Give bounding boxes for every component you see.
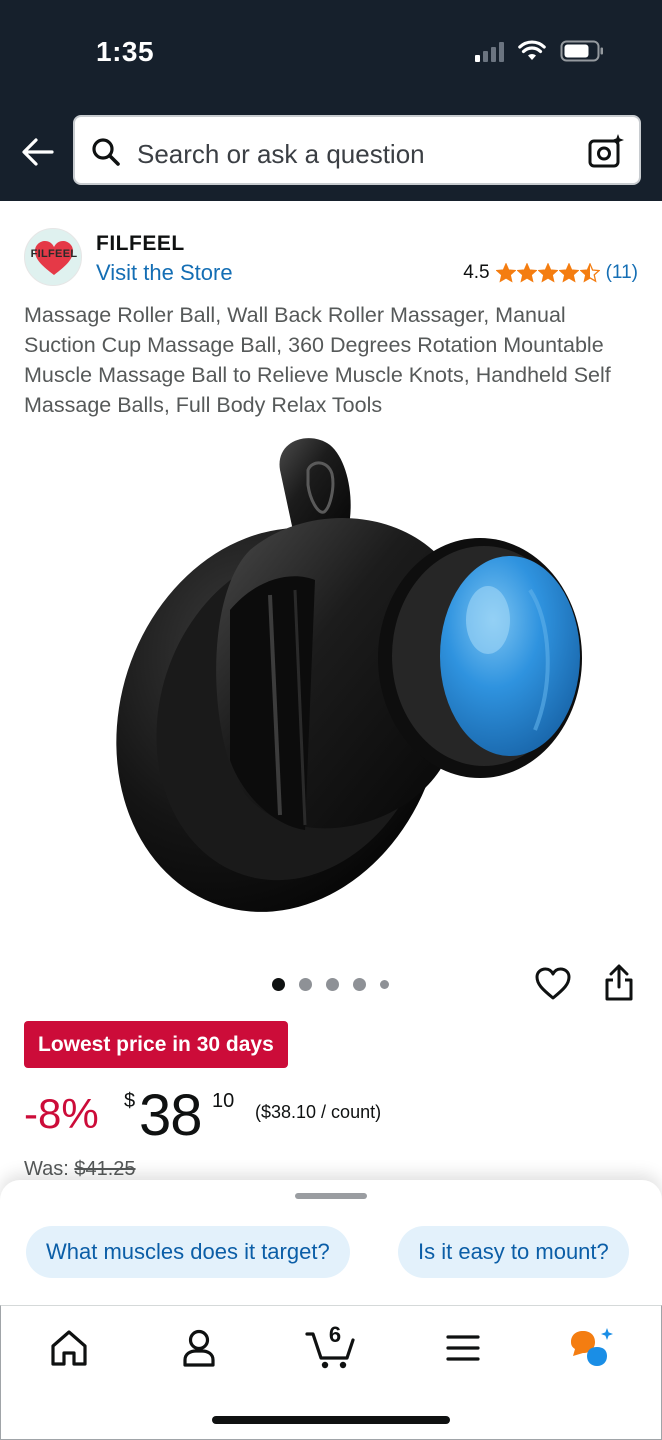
brand-name: FILFEEL [96,232,185,255]
cellular-signal-icon [475,40,504,62]
was-value: $41.25 [74,1158,136,1180]
brand-logo-text: FILFEEL [30,248,78,260]
search-input[interactable]: Search or ask a question [73,115,641,185]
carousel-dot[interactable] [272,978,285,991]
discount-percent: -8% [24,1090,99,1137]
star-rating [495,263,600,283]
carousel-dot[interactable] [299,978,312,991]
share-icon[interactable] [602,964,636,1002]
search-placeholder: Search or ask a question [137,139,425,169]
price-fraction: 10 [212,1090,235,1112]
carousel-dot[interactable] [353,978,366,991]
brand-logo[interactable]: FILFEEL [24,228,82,286]
image-carousel-dots[interactable] [272,978,389,991]
suggestion-chip[interactable]: What muscles does it target? [26,1226,350,1278]
suggestions-sheet: What muscles does it target? Is it easy … [0,1180,662,1306]
unit-price: ($38.10 / count) [255,1102,382,1122]
cart-count: 6 [328,1322,342,1347]
star-icon [558,263,579,283]
rating-value: 4.5 [463,262,490,283]
search-icon [92,138,120,166]
star-icon [537,263,558,283]
carousel-dot[interactable] [326,978,339,991]
suggestion-chip[interactable]: Is it easy to mount? [398,1226,629,1278]
sheet-drag-handle[interactable] [295,1193,367,1199]
battery-icon [560,40,603,62]
top-header: 1:35 Search or ask a question [0,0,662,201]
back-arrow-icon[interactable] [20,134,56,170]
star-icon [495,263,516,283]
rating-summary[interactable]: 4.5 (11) [463,262,638,284]
was-price: Was: $41.25 [24,1158,136,1181]
status-time: 1:35 [96,36,155,67]
star-icon [516,263,537,283]
rating-count: (11) [605,262,638,283]
wifi-icon [518,40,546,60]
home-icon[interactable] [45,1326,93,1370]
wishlist-heart-icon[interactable] [534,966,572,1002]
camera-search-icon[interactable] [587,133,625,171]
rufus-assistant-icon[interactable] [567,1326,615,1370]
price-whole: 38 [139,1083,203,1148]
star-icon [579,263,600,283]
visit-store-link[interactable]: Visit the Store [96,260,233,286]
status-icons [475,40,604,62]
menu-icon[interactable] [439,1326,487,1370]
price-currency: $ [124,1090,136,1112]
product-image[interactable] [80,430,600,920]
carousel-dot[interactable] [380,980,389,989]
cart-button[interactable]: 6 [305,1322,357,1370]
account-icon[interactable] [175,1326,223,1370]
lowest-price-badge: Lowest price in 30 days [24,1021,288,1068]
product-title: Massage Roller Ball, Wall Back Roller Ma… [24,303,611,417]
was-label: Was: [24,1158,75,1180]
home-indicator [212,1416,450,1424]
